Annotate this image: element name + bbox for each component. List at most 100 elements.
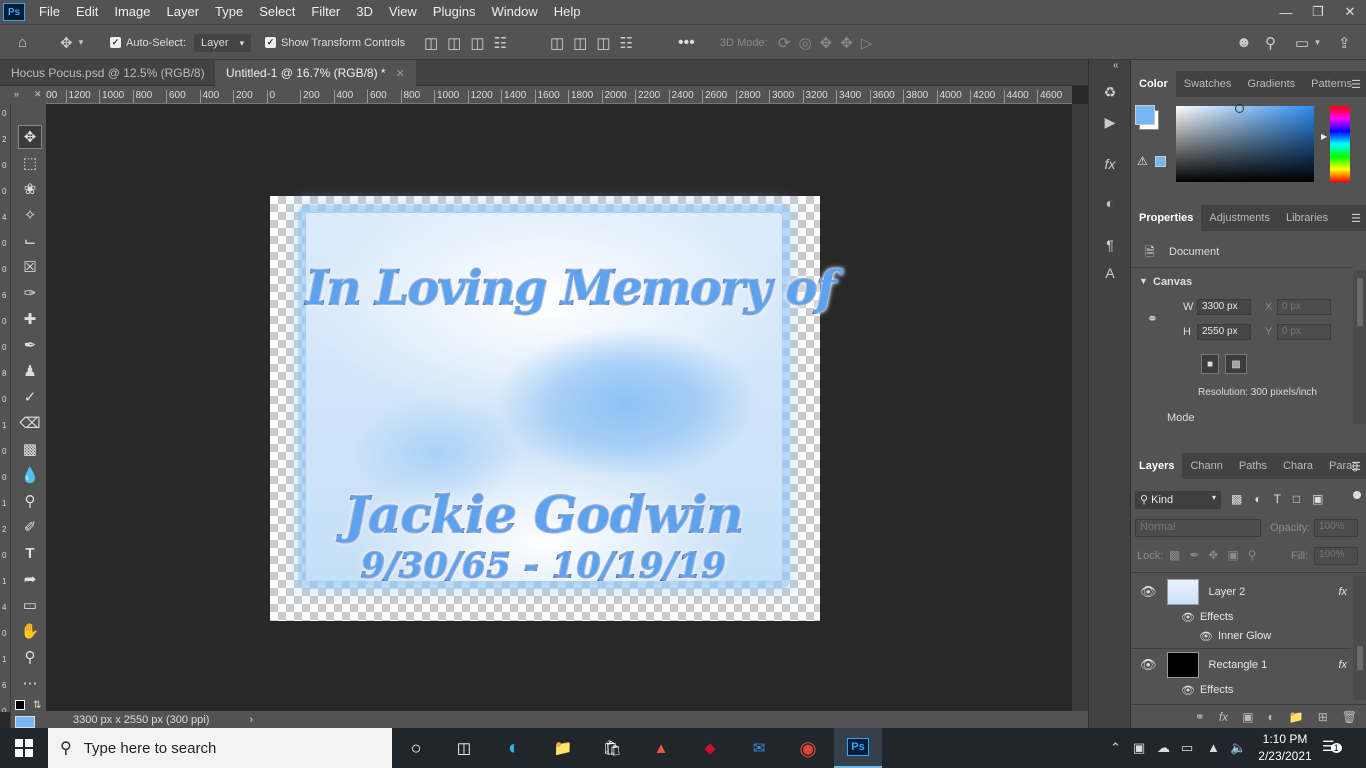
auto-select-target-dropdown[interactable]: Layer ▾ <box>194 25 252 60</box>
properties-scrollbar[interactable] <box>1353 270 1366 424</box>
eye-visibility-icon[interactable]: 👁 <box>1181 611 1195 624</box>
onedrive-icon[interactable]: ☁ <box>1157 740 1170 756</box>
volume-icon[interactable]: 🔈 <box>1230 740 1246 756</box>
menu-help[interactable]: Help <box>546 0 589 24</box>
minimize-icon[interactable]: — <box>1270 0 1302 24</box>
hand-tool-icon[interactable]: ✋ <box>18 619 42 643</box>
crop-tool-icon[interactable]: ⌙ <box>18 229 42 253</box>
eyedropper-tool-icon[interactable]: ✑ <box>18 281 42 305</box>
fx-icon[interactable]: fx <box>1338 659 1347 671</box>
eye-visibility-icon[interactable]: 👁 <box>1181 684 1195 697</box>
home-icon[interactable]: ⌂ <box>18 25 27 60</box>
layer-effect-inner-glow[interactable]: 👁 Inner Glow <box>1131 624 1351 648</box>
menu-3d[interactable]: 3D <box>348 0 381 24</box>
panel-menu-icon[interactable]: ☰ <box>1351 78 1361 91</box>
mcafee-icon[interactable]: ◆ <box>694 732 726 764</box>
brush-tool-icon[interactable]: ✒ <box>18 333 42 357</box>
tab-swatches[interactable]: Swatches <box>1176 71 1240 97</box>
fill-field[interactable]: 100% <box>1314 547 1358 565</box>
move-tool-preset-icon[interactable]: ✥ ▾ <box>60 25 83 60</box>
menu-edit[interactable]: Edit <box>68 0 106 24</box>
eye-visibility-icon[interactable]: 👁 <box>1199 630 1213 643</box>
layer-row-layer-2[interactable]: 👁 Layer 2 fx <box>1131 579 1351 605</box>
show-transform-controls-checkbox[interactable]: ✓ Show Transform Controls <box>265 25 405 60</box>
share-user-icon[interactable]: ☻ <box>1236 25 1252 60</box>
move-tool-icon[interactable]: ✥ <box>18 125 42 149</box>
menu-plugins[interactable]: Plugins <box>425 0 484 24</box>
width-field[interactable]: 3300 px <box>1197 299 1251 315</box>
lock-icons[interactable]: ▩✒✥▣⚲ <box>1169 548 1266 562</box>
foreground-color-swatch[interactable] <box>15 716 35 728</box>
close-toolbar-icon[interactable]: ✕ <box>34 89 42 100</box>
history-icon[interactable]: ♻ <box>1099 81 1121 103</box>
cortana-icon[interactable]: ○ <box>400 732 432 764</box>
scroll-thumb[interactable] <box>1357 646 1363 670</box>
task-view-icon[interactable]: ◫ <box>448 732 480 764</box>
eye-visibility-icon[interactable]: 👁 <box>1140 584 1157 600</box>
menu-layer[interactable]: Layer <box>159 0 208 24</box>
panel-menu-icon[interactable]: ☰ <box>1351 460 1361 473</box>
layers-scrollbar[interactable] <box>1353 576 1366 700</box>
notifications-icon[interactable]: ☰1 <box>1322 738 1342 755</box>
eye-visibility-icon[interactable]: 👁 <box>1140 657 1157 673</box>
share-icon[interactable]: ⇪ <box>1338 25 1351 60</box>
more-tools-icon[interactable]: ⋯ <box>18 671 42 695</box>
workspace-icon[interactable]: ▭ ▾ <box>1295 25 1320 60</box>
menu-view[interactable]: View <box>381 0 425 24</box>
restore-icon[interactable]: ❐ <box>1302 0 1334 24</box>
tab-untitled-1[interactable]: Untitled-1 @ 16.7% (RGB/8) * ✕ <box>215 60 416 86</box>
close-icon[interactable]: ✕ <box>1334 0 1366 24</box>
chevron-down-icon[interactable]: ▼ <box>1139 276 1148 286</box>
y-field[interactable]: 0 px <box>1277 324 1331 340</box>
battery-icon[interactable]: ▭ <box>1181 740 1193 756</box>
windows-start-icon[interactable] <box>0 728 48 768</box>
tab-libraries[interactable]: Libraries <box>1278 205 1336 231</box>
tab-adjustments[interactable]: Adjustments <box>1201 205 1278 231</box>
collapse-panels-icon[interactable]: « <box>1113 60 1119 71</box>
tab-gradients[interactable]: Gradients <box>1239 71 1303 97</box>
menu-file[interactable]: File <box>31 0 68 24</box>
edge-icon[interactable]: ◐ <box>498 732 530 764</box>
foreground-color-swatch-panel[interactable] <box>1135 105 1155 125</box>
collapse-toolbar-icon[interactable]: » <box>14 89 19 99</box>
panel-menu-icon[interactable]: ☰ <box>1351 212 1361 225</box>
mail-icon[interactable]: ✉ <box>743 732 775 764</box>
gamut-color-swatch[interactable] <box>1155 156 1166 167</box>
history-brush-tool-icon[interactable]: ✓ <box>18 385 42 409</box>
tab-hocus-pocus[interactable]: Hocus Pocus.psd @ 12.5% (RGB/8)✕ <box>0 60 235 86</box>
new-group-icon[interactable]: 📁 <box>1289 710 1304 724</box>
character-styles-icon[interactable]: A <box>1099 262 1121 284</box>
fx-icon[interactable]: fx <box>1338 586 1347 598</box>
magic-wand-tool-icon[interactable]: ✧ <box>18 203 42 227</box>
color-field[interactable] <box>1176 104 1314 182</box>
store-icon[interactable]: 🛍 <box>596 732 628 764</box>
rectangle-tool-icon[interactable]: ▭ <box>18 593 42 617</box>
filter-toggle[interactable] <box>1353 491 1361 499</box>
camera-icon[interactable]: ▣ <box>1133 740 1145 756</box>
app-red-icon[interactable]: ▲ <box>645 732 677 764</box>
close-tab-icon[interactable]: ✕ <box>396 67 405 80</box>
auto-select-checkbox[interactable]: ✓ Auto-Select: <box>110 25 186 60</box>
height-field[interactable]: 2550 px <box>1197 324 1251 340</box>
layer-effects-row[interactable]: 👁 Effects <box>1131 678 1351 702</box>
lasso-tool-icon[interactable]: ❀ <box>18 177 42 201</box>
canvas-scrollbar[interactable] <box>1072 104 1088 711</box>
swap-colors-icon[interactable]: ⇅ <box>33 700 41 711</box>
scroll-thumb[interactable] <box>1357 278 1363 326</box>
hue-slider[interactable] <box>1330 106 1350 182</box>
default-colors-icon[interactable] <box>15 700 25 710</box>
path-selection-tool-icon[interactable]: ➦ <box>18 567 42 591</box>
clone-stamp-tool-icon[interactable]: ♟ <box>18 359 42 383</box>
tab-properties[interactable]: Properties <box>1131 205 1202 231</box>
search-icon[interactable]: ⚲ <box>1265 25 1276 60</box>
paragraph-styles-icon[interactable]: ¶ <box>1099 234 1121 256</box>
menu-select[interactable]: Select <box>251 0 303 24</box>
zoom-tool-icon[interactable]: ⚲ <box>18 645 42 669</box>
chevron-up-icon[interactable]: ⌃ <box>1110 740 1121 756</box>
menu-type[interactable]: Type <box>207 0 251 24</box>
chrome-icon[interactable]: ◉ <box>792 732 824 764</box>
delete-layer-icon[interactable]: 🗑 <box>1342 710 1357 724</box>
blend-mode-dropdown[interactable]: Normal <box>1135 519 1261 537</box>
gamut-warning-icon[interactable]: ⚠ <box>1137 154 1148 168</box>
opacity-field[interactable]: 100% <box>1314 519 1358 537</box>
